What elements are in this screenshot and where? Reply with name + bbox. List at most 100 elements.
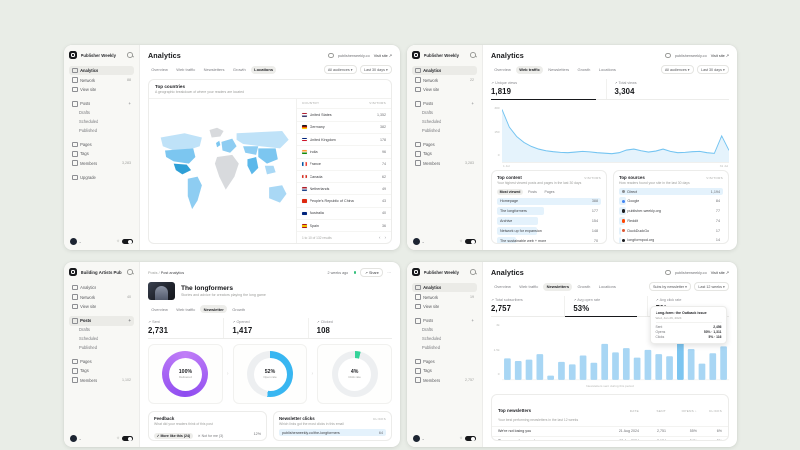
stat-unique-views[interactable]: ↗ Unique views1,819 <box>491 79 606 99</box>
sidebar-item-analytics[interactable]: Analytics <box>412 283 477 292</box>
sidebar-item-published[interactable]: Published <box>412 343 477 352</box>
sidebar-item-network[interactable]: Network88 <box>69 75 134 84</box>
theme-toggle[interactable] <box>465 239 476 245</box>
theme-toggle[interactable] <box>122 436 133 442</box>
sidebar-item-view-site[interactable]: View site <box>412 85 477 94</box>
avatar[interactable] <box>413 435 420 442</box>
stat-total-views[interactable]: ↗ Total views3,304 <box>606 79 730 99</box>
tab-growth[interactable]: Growth <box>574 66 593 74</box>
sidebar-item-pages[interactable]: Pages <box>412 140 477 149</box>
sidebar-item-network[interactable]: Network19 <box>412 292 477 301</box>
list-row[interactable]: Homepage388 <box>497 198 601 206</box>
site-domain[interactable]: publisherweekly.co <box>675 54 707 58</box>
sidebar-item-members[interactable]: Members2,757 <box>412 376 477 385</box>
sidebar-item-tags[interactable]: Tags <box>69 149 134 158</box>
sidebar-item-members[interactable]: Members3,283 <box>69 159 134 168</box>
tab-growth[interactable]: Growth <box>230 66 249 74</box>
tab-web-traffic[interactable]: Web traffic <box>516 283 541 291</box>
sidebar-item-pages[interactable]: Pages <box>412 357 477 366</box>
sidebar-item-published[interactable]: Published <box>412 126 477 135</box>
sidebar-item-network[interactable]: Network22 <box>412 75 477 84</box>
list-row[interactable]: DuckDuckGo17 <box>619 227 723 235</box>
sidebar-item-scheduled[interactable]: Scheduled <box>412 117 477 126</box>
sidebar-item-analytics[interactable]: Analytics <box>412 66 477 75</box>
filter-last-12-weeks[interactable]: Last 12 weeks ▾ <box>694 282 729 291</box>
tab-newsletter[interactable]: Newsletter <box>200 305 227 313</box>
site-domain[interactable]: publisherweekly.co <box>338 54 370 58</box>
search-icon[interactable] <box>127 52 133 58</box>
country-row[interactable]: Netherlands49 <box>297 182 391 194</box>
tab-web-traffic[interactable]: Web traffic <box>516 66 543 74</box>
site-domain[interactable]: publisherweekly.co <box>675 271 707 275</box>
sidebar-item-posts[interactable]: Posts+ <box>412 99 477 108</box>
sidebar-item-drafts[interactable]: Drafts <box>69 109 134 118</box>
tab-overview[interactable]: Overview <box>491 66 514 74</box>
tab-locations[interactable]: Locations <box>251 66 276 74</box>
column-opens[interactable]: OPENS ↓ <box>669 409 697 413</box>
visit-site-link[interactable]: Visit site ↗ <box>711 270 729 275</box>
country-row[interactable]: Australia40 <box>297 207 391 219</box>
tab-locations[interactable]: Locations <box>596 66 620 74</box>
stat-sent[interactable]: ↗ Sent2,731 <box>148 318 223 338</box>
visit-site-link[interactable]: Visit site ↗ <box>374 53 392 58</box>
country-row[interactable]: Germany382 <box>297 121 391 133</box>
pill-not-for-me-3[interactable]: ✕ Not for me (3) <box>195 433 226 439</box>
list-row[interactable]: The longformers177 <box>497 207 601 215</box>
sidebar-item-analytics[interactable]: Analytics <box>69 283 134 292</box>
sidebar-item-drafts[interactable]: Drafts <box>412 109 477 118</box>
add-post-button[interactable]: + <box>128 101 131 106</box>
pill-pages[interactable]: Pages <box>542 189 557 195</box>
filter-last-30-days[interactable]: Last 30 days ▾ <box>360 65 392 74</box>
theme-toggle[interactable] <box>122 239 133 245</box>
country-row[interactable]: Canada62 <box>297 170 391 182</box>
sidebar-item-network[interactable]: Network40 <box>69 292 134 301</box>
country-row[interactable]: India96 <box>297 145 391 157</box>
sidebar-item-tags[interactable]: Tags <box>412 149 477 158</box>
sidebar-item-published[interactable]: Published <box>69 126 134 135</box>
newsletter-row[interactable]: We're not losing you21 Aug 20242,75155%6… <box>492 426 728 436</box>
tab-overview[interactable]: Overview <box>148 305 171 313</box>
tab-overview[interactable]: Overview <box>491 283 514 291</box>
tab-growth[interactable]: Growth <box>574 283 593 291</box>
sidebar-item-tags[interactable]: Tags <box>412 366 477 375</box>
tab-web-traffic[interactable]: Web traffic <box>173 305 198 313</box>
list-row[interactable]: publisherweekly.co/the-longformers64 <box>279 429 386 437</box>
country-row[interactable]: People's Republic of China43 <box>297 194 391 206</box>
stat-avg-open-rate[interactable]: ↗ Avg open rate53% <box>564 296 646 316</box>
add-post-button[interactable]: + <box>471 318 474 323</box>
column-sent[interactable]: SENT <box>642 409 666 413</box>
avatar[interactable] <box>413 238 420 245</box>
theme-toggle[interactable] <box>465 436 476 442</box>
list-row[interactable]: Google84 <box>619 197 723 205</box>
sidebar-item-view-site[interactable]: View site <box>69 85 134 94</box>
country-row[interactable]: United States1,352 <box>297 108 391 120</box>
tab-web-traffic[interactable]: Web traffic <box>173 66 198 74</box>
country-row[interactable]: France74 <box>297 158 391 170</box>
sidebar-item-tags[interactable]: Tags <box>69 366 134 375</box>
avatar[interactable] <box>70 238 77 245</box>
pill-most-viewed[interactable]: Most viewed <box>497 189 523 195</box>
column-date[interactable]: DATE <box>603 409 639 413</box>
stat-opened[interactable]: ↗ Opened1,417 <box>223 318 307 338</box>
sidebar-item-members[interactable]: Members1,102 <box>69 376 134 385</box>
sidebar-item-drafts[interactable]: Drafts <box>69 326 134 335</box>
sidebar-item-view-site[interactable]: View site <box>69 302 134 311</box>
list-row[interactable]: Direct1,194 <box>619 188 723 196</box>
add-post-button[interactable]: + <box>128 318 131 323</box>
filter-all-audiences[interactable]: All audiences ▾ <box>324 65 357 74</box>
sidebar-item-scheduled[interactable]: Scheduled <box>69 117 134 126</box>
stat-total-subscribers[interactable]: ↗ Total subscribers2,757 <box>491 296 564 316</box>
country-row[interactable]: Spain36 <box>297 219 391 231</box>
newsletter-row[interactable]: The unseen frameworks02 Jun 20242,13454%… <box>492 436 728 441</box>
tab-newsletters[interactable]: Newsletters <box>543 283 572 291</box>
sidebar-item-view-site[interactable]: View site <box>412 302 477 311</box>
sidebar-item-drafts[interactable]: Drafts <box>412 326 477 335</box>
pill-posts[interactable]: Posts <box>526 189 540 195</box>
sidebar-item-posts[interactable]: Posts+ <box>69 316 134 325</box>
list-row[interactable]: Reddit74 <box>619 217 723 225</box>
sidebar-item-pages[interactable]: Pages <box>69 357 134 366</box>
sidebar-item-posts[interactable]: Posts+ <box>412 316 477 325</box>
tab-newsletters[interactable]: Newsletters <box>545 66 572 74</box>
sidebar-item-upgrade[interactable]: Upgrade <box>69 173 134 182</box>
list-row[interactable]: Archive154 <box>497 217 601 225</box>
